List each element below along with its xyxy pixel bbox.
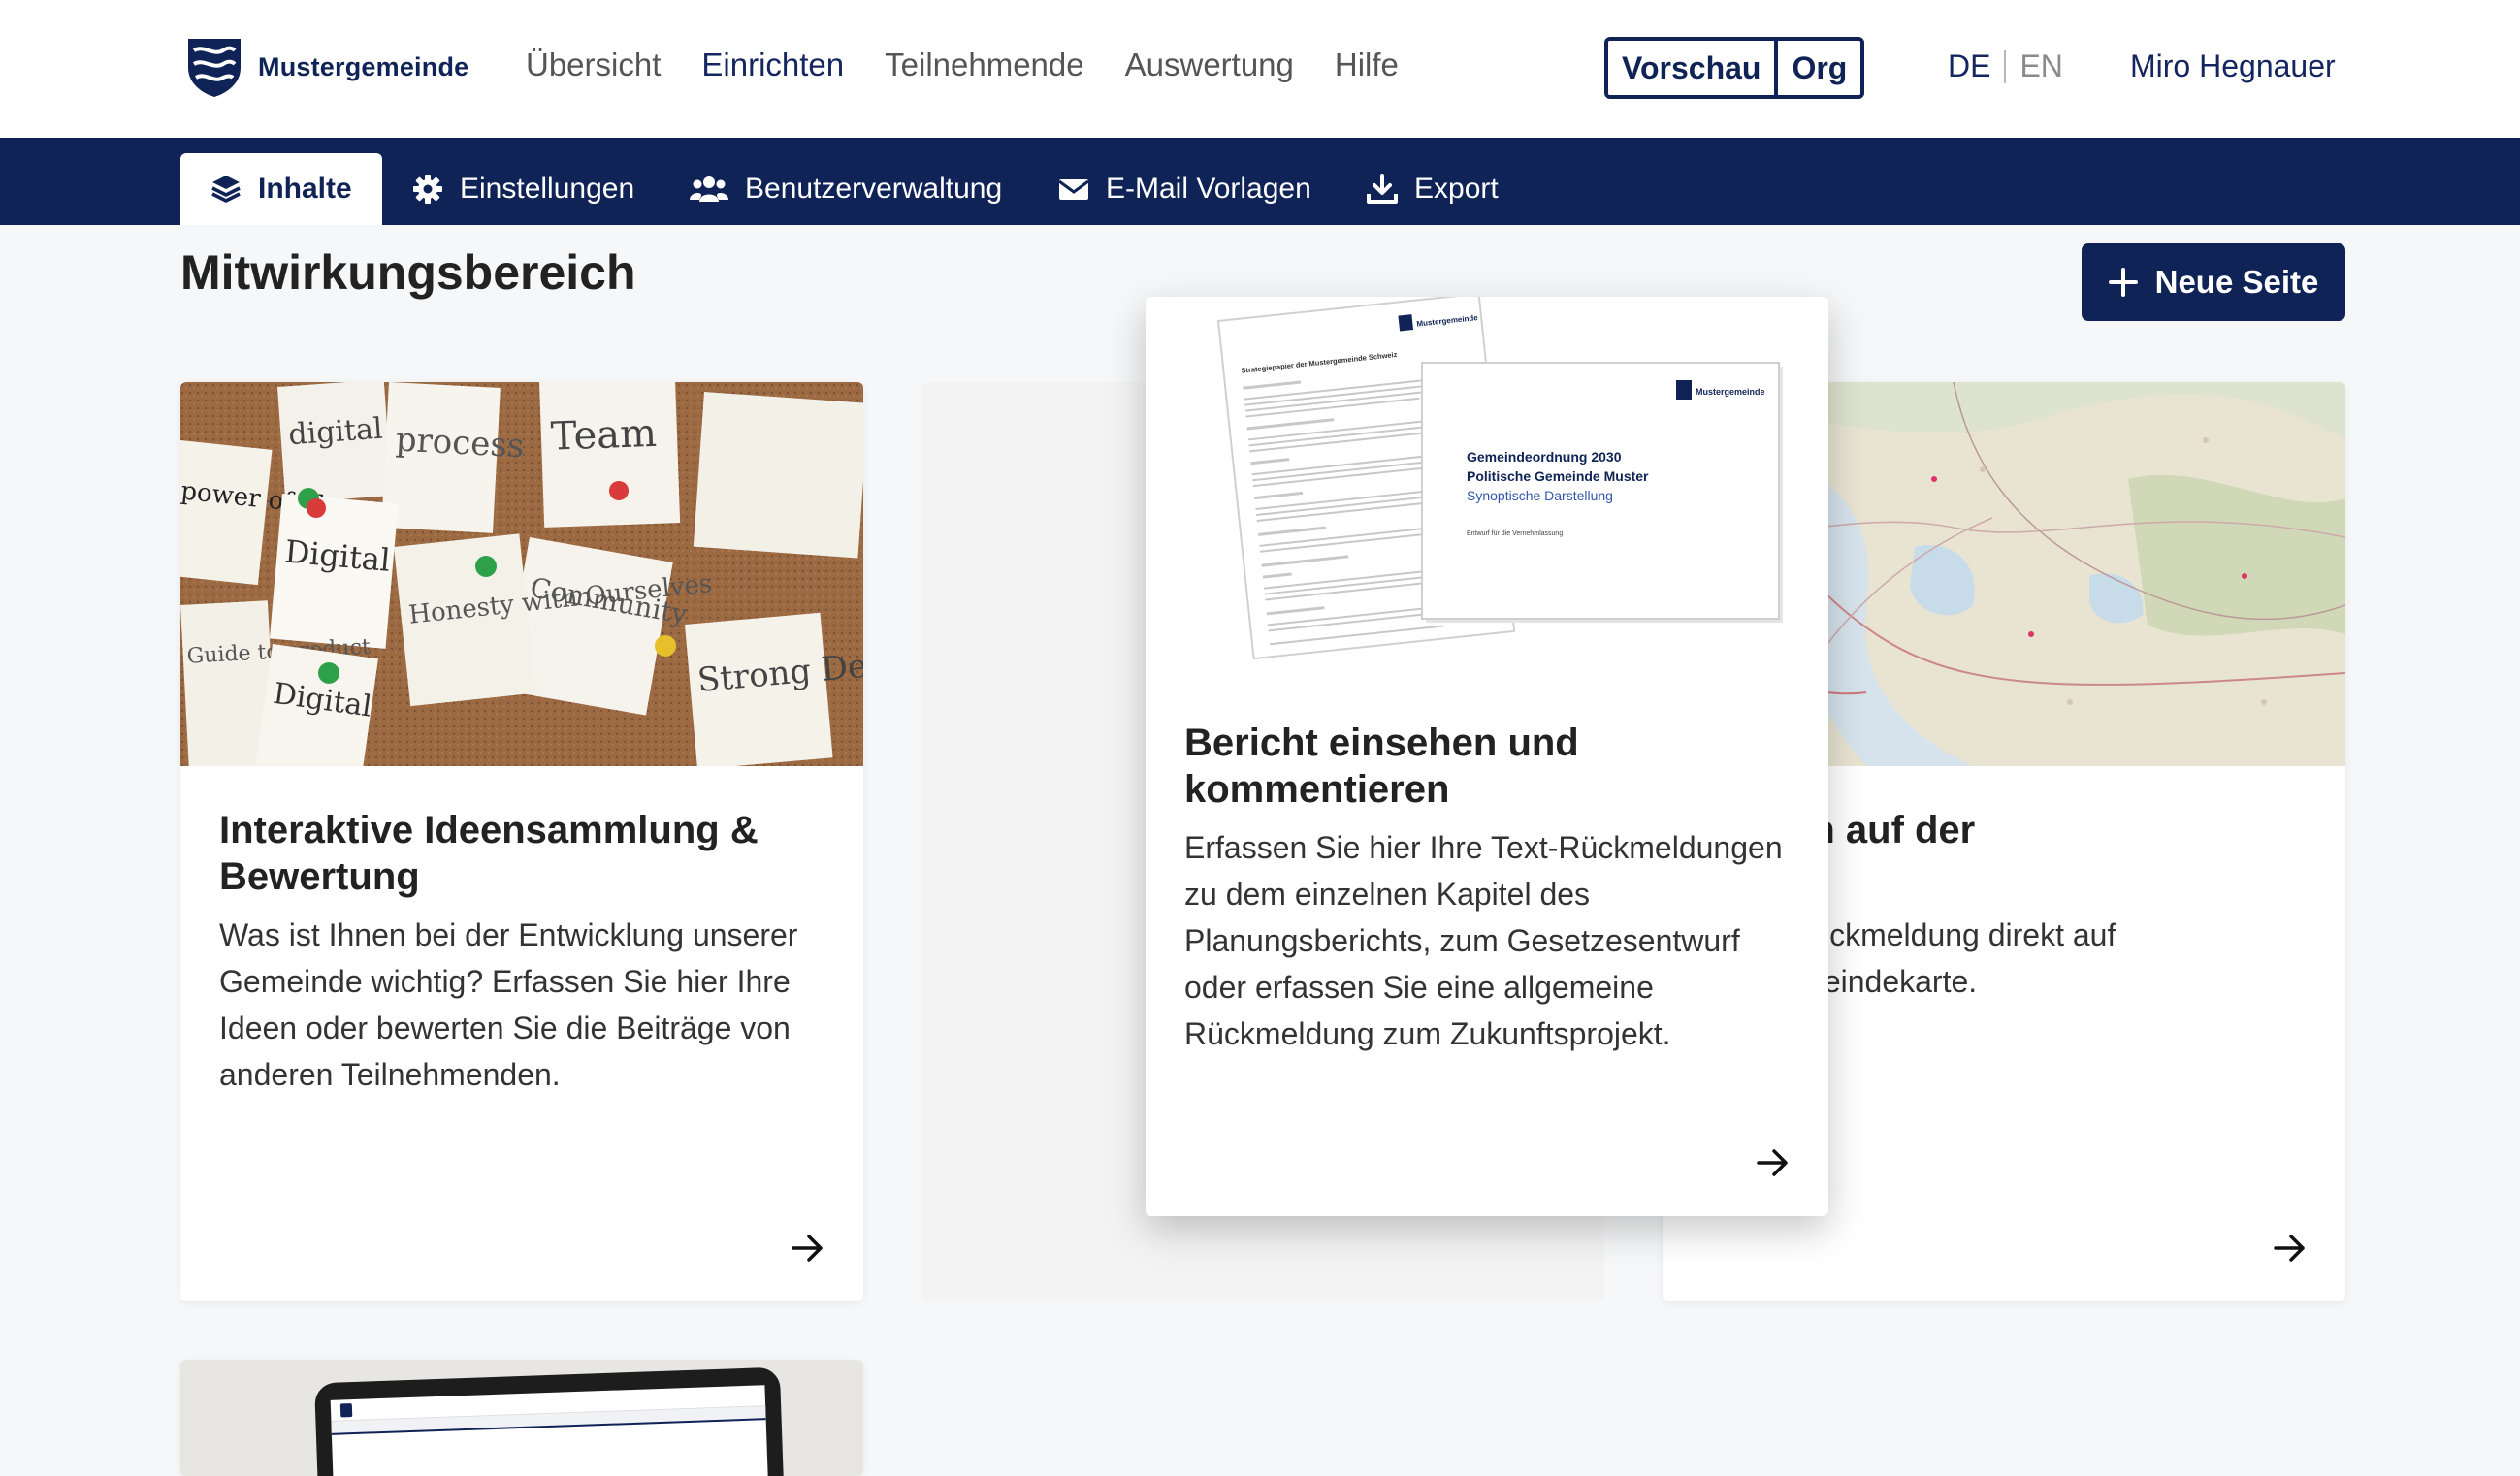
card-description: Was ist Ihnen bei der Entwicklung unsere… bbox=[219, 917, 798, 1092]
tab-einstellungen-label: Einstellungen bbox=[460, 173, 635, 205]
lang-de[interactable]: DE bbox=[1948, 48, 1990, 84]
doc-title: Gemeindeordnung 2030 bbox=[1467, 449, 1622, 465]
arrow-right-icon[interactable] bbox=[1757, 1148, 1790, 1177]
view-switch: Vorschau Org bbox=[1604, 37, 1865, 99]
lang-divider bbox=[2004, 49, 2007, 83]
tab-export[interactable]: Export bbox=[1337, 153, 1528, 225]
card-image-report: Mustergemeinde Strategiepapier der Muste… bbox=[1146, 297, 1828, 694]
plus-icon bbox=[2108, 268, 2138, 297]
lang-en[interactable]: EN bbox=[2019, 48, 2062, 84]
tablet-logo bbox=[339, 1402, 353, 1417]
content-card-partial[interactable] bbox=[180, 1360, 863, 1476]
card-image-pinboard: digital process Team power of idea Digit… bbox=[180, 382, 863, 766]
tab-benutzerverwaltung-label: Benutzerverwaltung bbox=[745, 173, 1003, 205]
nav-teilnehmende[interactable]: Teilnehmende bbox=[885, 47, 1083, 83]
download-icon bbox=[1367, 174, 1398, 204]
tab-export-label: Export bbox=[1414, 173, 1499, 205]
layers-icon bbox=[211, 176, 241, 203]
new-page-label: Neue Seite bbox=[2154, 264, 2319, 300]
tab-email-vorlagen-label: E-Mail Vorlagen bbox=[1106, 173, 1311, 205]
brand-logo[interactable]: Mustergemeinde bbox=[184, 35, 468, 99]
nav-auswertung[interactable]: Auswertung bbox=[1125, 47, 1294, 83]
nav-uebersicht[interactable]: Übersicht bbox=[526, 47, 661, 83]
note-text: process bbox=[395, 420, 525, 465]
user-menu[interactable]: Miro Hegnauer bbox=[2130, 48, 2336, 84]
content-card-ideas[interactable]: digital process Team power of idea Digit… bbox=[180, 382, 863, 1301]
municipality-crest-icon bbox=[188, 39, 241, 97]
doc-title: Politische Gemeinde Muster bbox=[1467, 468, 1649, 484]
envelope-icon bbox=[1058, 179, 1089, 200]
note-text: digital bbox=[287, 412, 383, 453]
page-title: Mitwirkungsbereich bbox=[180, 245, 636, 300]
arrow-right-icon[interactable] bbox=[792, 1234, 824, 1263]
new-page-button[interactable]: Neue Seite bbox=[2082, 243, 2345, 321]
arrow-right-icon[interactable] bbox=[2274, 1234, 2307, 1263]
doc-subtitle: Synoptische Darstellung bbox=[1467, 488, 1613, 503]
note-text: Team bbox=[550, 411, 658, 460]
card-description: Erfassen Sie hier Ihre Text-Rückmeldunge… bbox=[1184, 830, 1783, 1051]
main-nav: Übersicht Einrichten Teilnehmende Auswer… bbox=[526, 47, 1399, 83]
card-title: Interaktive Ideensammlung & Bewertung bbox=[219, 809, 759, 898]
tab-einstellungen[interactable]: Einstellungen bbox=[382, 153, 663, 225]
brand-name: Mustergemeinde bbox=[258, 51, 469, 81]
nav-einrichten[interactable]: Einrichten bbox=[701, 47, 844, 83]
tablet-screen bbox=[330, 1385, 768, 1476]
nav-hilfe[interactable]: Hilfe bbox=[1335, 47, 1399, 83]
tab-benutzerverwaltung[interactable]: Benutzerverwaltung bbox=[660, 153, 1031, 225]
tab-email-vorlagen[interactable]: E-Mail Vorlagen bbox=[1028, 153, 1341, 225]
doc-note: Entwurf für die Vernehmlassung bbox=[1467, 530, 1563, 537]
tab-inhalte[interactable]: Inhalte bbox=[180, 153, 382, 225]
users-icon bbox=[690, 176, 728, 202]
language-switch: DE EN bbox=[1948, 48, 2063, 84]
preview-toggle[interactable]: Vorschau bbox=[1608, 41, 1775, 95]
org-toggle[interactable]: Org bbox=[1774, 41, 1861, 95]
admin-tab-bar: Inhalte Einstellungen Benutzerverwaltung… bbox=[0, 138, 2520, 225]
top-header: Mustergemeinde Übersicht Einrichten Teil… bbox=[0, 0, 2520, 138]
tab-inhalte-label: Inhalte bbox=[258, 173, 352, 205]
card-title: Bericht einsehen und kommentieren bbox=[1184, 722, 1579, 811]
doc-brand: Mustergemeinde bbox=[1696, 387, 1765, 397]
tablet-mockup bbox=[314, 1366, 784, 1476]
card-image-app-screenshot bbox=[180, 1360, 863, 1476]
gear-icon bbox=[413, 175, 442, 204]
content-card-report-dragging[interactable]: Mustergemeinde Strategiepapier der Muste… bbox=[1146, 297, 1828, 1216]
